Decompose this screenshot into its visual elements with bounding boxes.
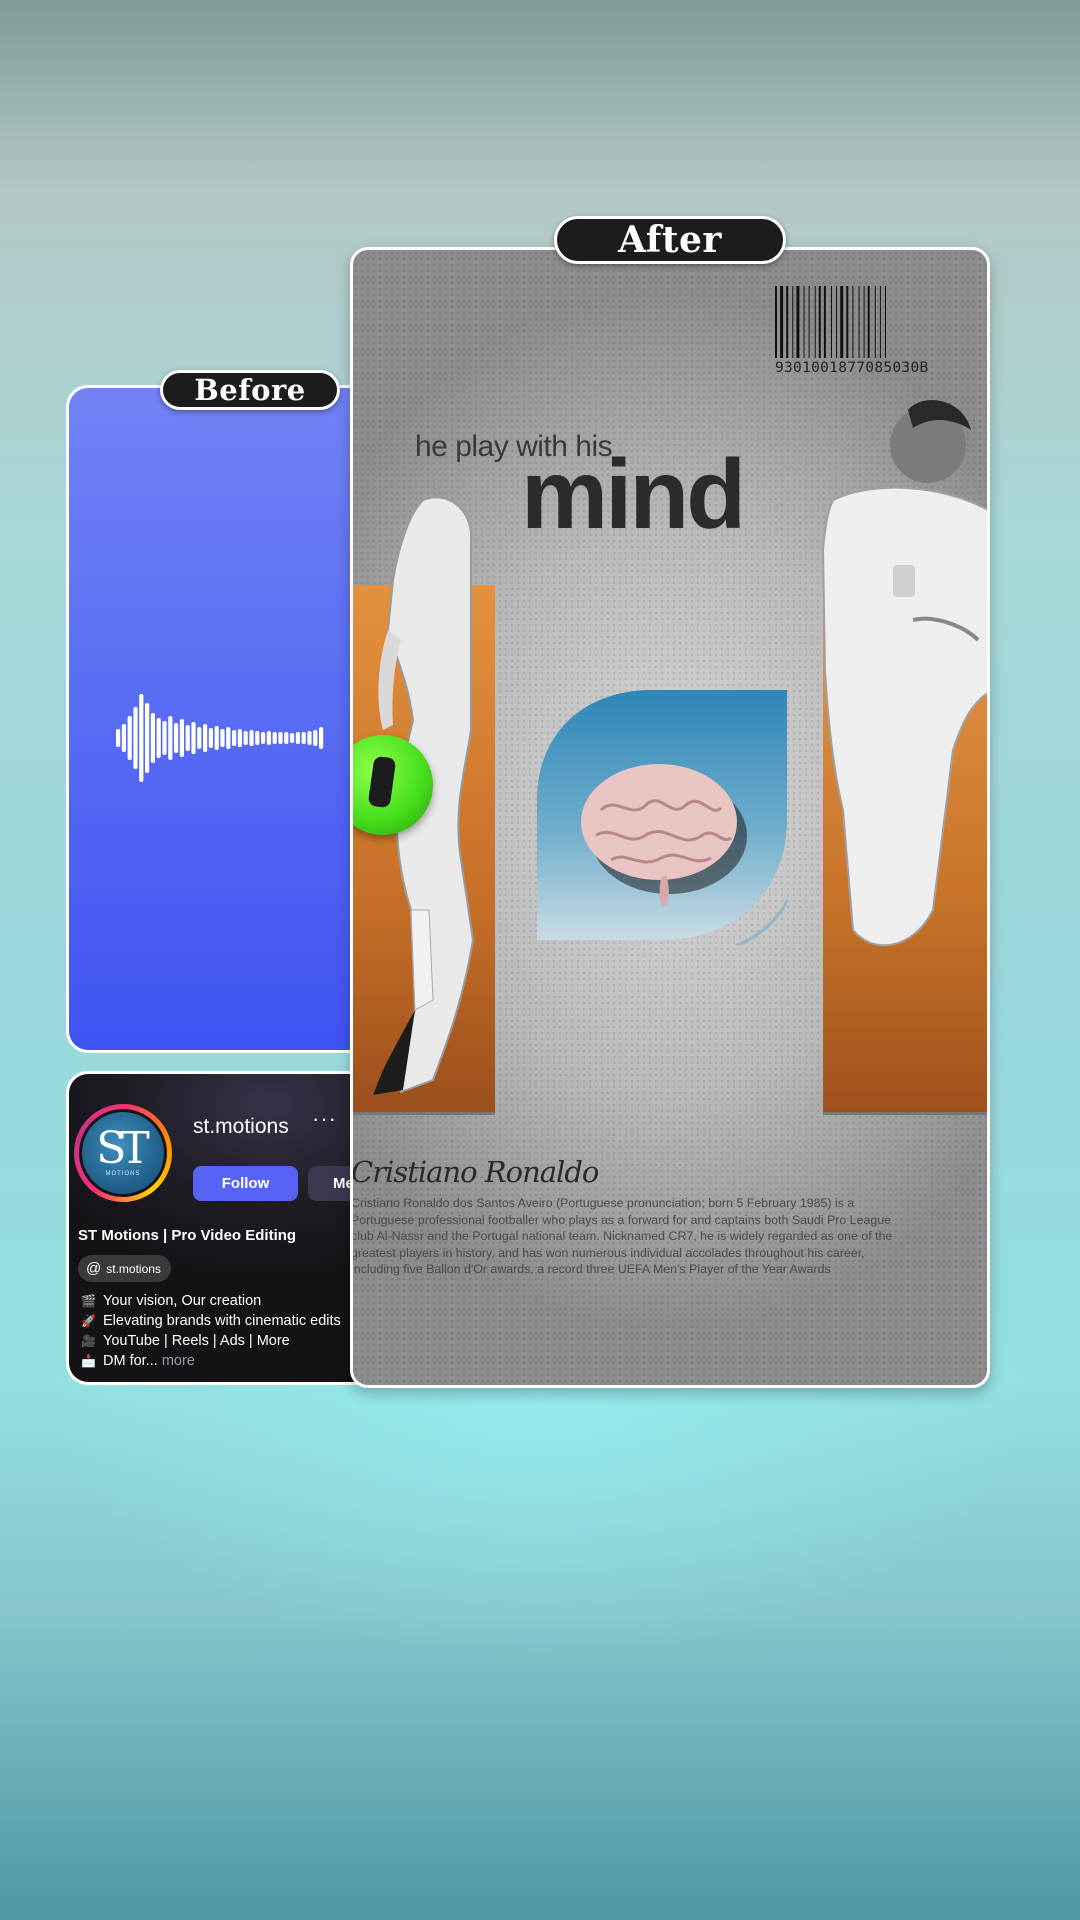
avatar-image: ST MOTIONS (79, 1109, 167, 1197)
bio-line-text: Elevating brands with cinematic edits (103, 1313, 341, 1329)
bio-more-link[interactable]: more (162, 1353, 195, 1369)
after-label: After (554, 216, 786, 264)
follow-button[interactable]: Follow (193, 1166, 298, 1201)
profile-display-name: ST Motions | Pro Video Editing (78, 1227, 297, 1244)
poster-name-signature: Cristiano Ronaldo (351, 1155, 599, 1189)
profile-username: st.motions (193, 1115, 289, 1138)
divider-right (823, 1112, 987, 1115)
player-right-image (821, 399, 987, 947)
instagram-profile-card: ST MOTIONS st.motions ··· Follow Me ST M… (66, 1071, 366, 1385)
barcode-icon (775, 286, 886, 358)
before-label: Before (160, 370, 340, 410)
bio-line-text: Your vision, Our creation (103, 1293, 262, 1309)
bio-line: 🎥 YouTube | Reels | Ads | More (81, 1331, 341, 1351)
rocket-icon: 🚀 (81, 1314, 96, 1328)
threads-link[interactable]: @ st.motions (78, 1255, 171, 1282)
before-preview-card (66, 385, 366, 1053)
avatar-logo: ST (96, 1123, 149, 1174)
inbox-icon: 📩 (81, 1354, 96, 1368)
clapper-icon: 🎬 (81, 1294, 96, 1308)
bio-line: 🎬 Your vision, Our creation (81, 1291, 341, 1311)
poster-bio-paragraph: Cristiano Ronaldo dos Santos Aveiro (Por… (351, 1196, 893, 1276)
divider-left (353, 1112, 495, 1115)
threads-handle: st.motions (106, 1261, 161, 1276)
more-options-icon[interactable]: ··· (312, 1106, 337, 1132)
barcode-number: 9301001877085030B (775, 360, 929, 376)
avatar[interactable]: ST MOTIONS (74, 1104, 172, 1202)
bio-line-text: YouTube | Reels | Ads | More (103, 1333, 290, 1349)
brain-icon (581, 764, 747, 908)
bio-line-text: DM for... (103, 1353, 158, 1369)
audio-waveform-icon (116, 694, 324, 782)
avatar-subtitle: MOTIONS (105, 1171, 141, 1177)
bio-line: 🚀 Elevating brands with cinematic edits (81, 1311, 341, 1331)
poster-headline: mind (521, 439, 746, 549)
threads-icon: @ (86, 1260, 102, 1277)
after-poster-card: 9301001877085030B he play with his mind (350, 247, 990, 1388)
bio-line: 📩 DM for... more (81, 1351, 341, 1371)
camera-icon: 🎥 (81, 1334, 96, 1348)
profile-bio: 🎬 Your vision, Our creation 🚀 Elevating br… (81, 1291, 341, 1371)
